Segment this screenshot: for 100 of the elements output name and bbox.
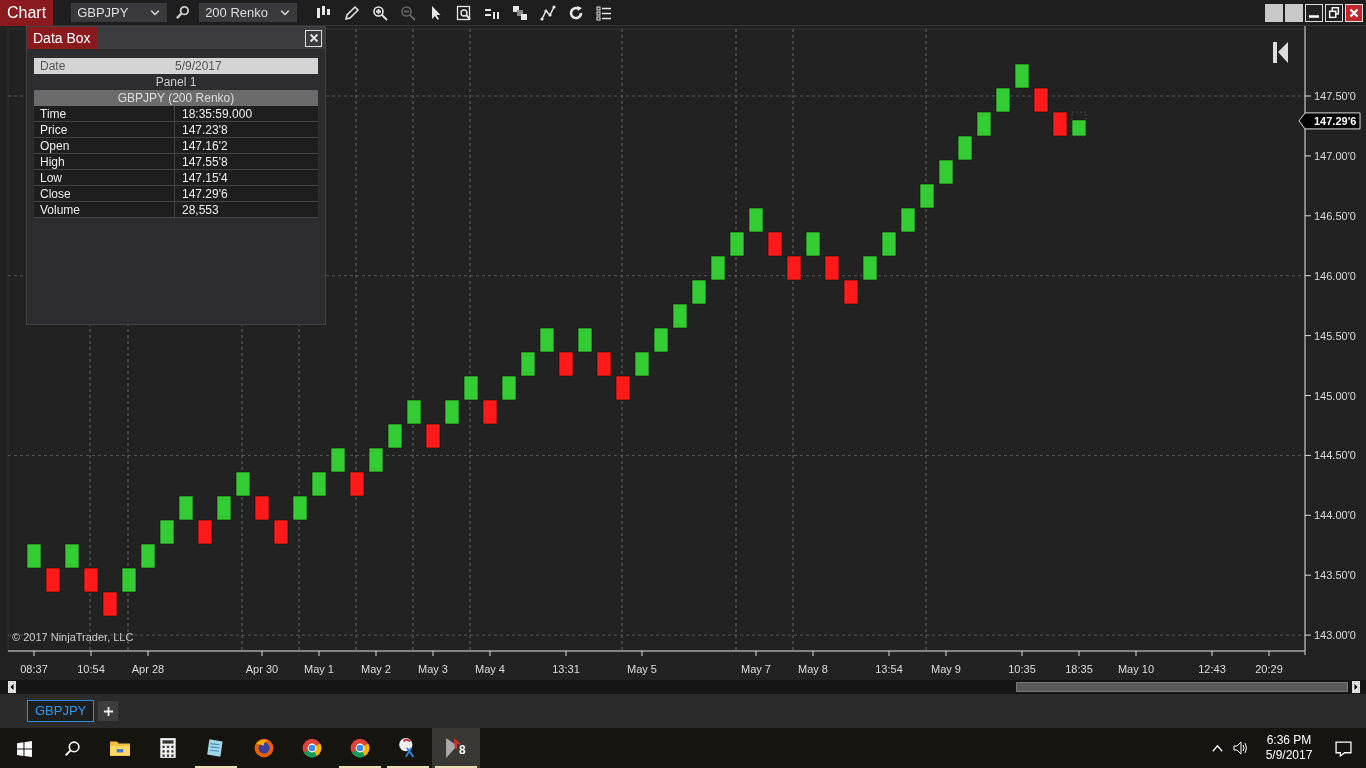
node-line-icon (540, 4, 557, 21)
plus-icon (102, 705, 114, 717)
list-button[interactable] (595, 3, 614, 22)
copyright-text: © 2017 NinjaTrader, LLC (12, 631, 134, 643)
field-value: 147.16'2 (181, 137, 228, 155)
windows-logo-icon (15, 739, 33, 757)
price-label: 145.00'0 (1314, 389, 1356, 402)
search-button[interactable] (173, 3, 192, 22)
speech-bubble-icon (1334, 739, 1352, 757)
price-label: 144.50'0 (1314, 449, 1356, 462)
right-arrow-icon (1353, 682, 1359, 692)
close-button[interactable] (305, 29, 322, 47)
scroll-right-button[interactable] (1352, 681, 1360, 693)
speaker-icon (1233, 740, 1249, 756)
time-label: Apr 30 (245, 663, 279, 675)
running-indicator (195, 766, 237, 768)
price-label: 143.50'0 (1314, 569, 1356, 582)
price-label: 147.50'0 (1314, 90, 1356, 102)
time-label: 18:35 (1065, 663, 1093, 675)
field-label: Time (34, 105, 175, 122)
field-value: 147.23'8 (181, 121, 228, 139)
scroll-to-end-icon (1273, 42, 1288, 63)
bar-chart-icon (316, 4, 333, 21)
running-indicator (339, 766, 381, 768)
field-label: Low (34, 169, 175, 186)
close-button[interactable] (1345, 3, 1363, 22)
field-value: 147.55'8 (181, 153, 228, 171)
zoom-in-icon (372, 4, 389, 21)
list-icon (596, 4, 613, 21)
zoom-out-icon (400, 4, 417, 21)
time-label: May 2 (361, 663, 391, 675)
time-label: May 7 (741, 663, 771, 675)
running-indicator (387, 766, 429, 768)
time-label: May 4 (475, 663, 505, 675)
window-title: Chart (0, 0, 54, 26)
time-label: May 1 (304, 663, 334, 675)
blank-window-button[interactable] (1265, 3, 1283, 22)
stacked-squares-button[interactable] (511, 3, 530, 22)
time-label: 13:31 (552, 663, 580, 675)
clock-time: 6:36 PM (1266, 733, 1312, 748)
panel-label: Panel 1 (154, 74, 198, 90)
time-label: May 10 (1117, 663, 1155, 675)
price-label: 146.00'0 (1314, 269, 1356, 282)
time-label: 10:54 (77, 663, 105, 675)
series-header: GBPJPY (200 Renko) (34, 90, 318, 106)
bar-type-dropdown[interactable]: 200 Renko (199, 3, 298, 22)
time-label: Apr 28 (131, 663, 165, 675)
field-value: 28,553 (181, 201, 219, 219)
minimize-button[interactable] (1305, 3, 1323, 22)
current-price-marker: 147.29'6 (1298, 112, 1361, 130)
search-icon (174, 5, 190, 20)
chrome-icon (301, 737, 323, 759)
pencil-icon (344, 4, 361, 21)
time-label: 20:29 (1255, 663, 1283, 675)
time-label: 12:43 (1198, 663, 1226, 675)
minimize-icon (1309, 14, 1319, 18)
field-label: Close (34, 185, 175, 202)
magnifier-document-icon (456, 4, 473, 21)
clock-button[interactable]: 6:36 PM 5/9/2017 (1258, 728, 1320, 768)
time-label: May 9 (931, 663, 961, 675)
time-label: 13:54 (875, 663, 903, 675)
globe-icon (253, 737, 275, 759)
price-label: 143.00'0 (1314, 629, 1356, 642)
time-label: 08:37 (20, 663, 48, 675)
stacked-squares-icon (512, 4, 529, 21)
scroll-left-button[interactable] (8, 681, 16, 693)
clock-date: 5/9/2017 (1265, 748, 1313, 763)
scroll-thumb[interactable] (1016, 682, 1348, 692)
blank-window-button[interactable] (1285, 3, 1303, 22)
instrument-dropdown[interactable]: GBPJPY (71, 3, 168, 22)
price-label: 145.50'0 (1314, 329, 1356, 342)
badge-count: 8 (457, 744, 468, 757)
field-value: 18:35:59.000 (181, 105, 253, 123)
restore-button[interactable] (1325, 3, 1343, 22)
time-label: 10:35 (1008, 663, 1036, 675)
node-line-button[interactable] (539, 3, 558, 22)
date-value: 5/9/2017 (175, 58, 222, 75)
field-value: 147.15'4 (181, 169, 228, 187)
ninjatrader-button[interactable]: 8 (432, 728, 480, 768)
left-arrow-icon (9, 682, 15, 692)
reload-icon (568, 4, 585, 21)
field-label: Price (34, 121, 175, 138)
chart-tab[interactable]: GBPJPY (27, 700, 95, 722)
time-label: May 3 (418, 663, 448, 675)
panel-title: Data Box (27, 27, 97, 49)
field-label: Open (34, 137, 175, 154)
time-label: May 8 (798, 663, 828, 675)
date-label: Date (39, 58, 67, 75)
field-label: Volume (34, 201, 175, 218)
close-icon (307, 32, 320, 44)
field-label: High (34, 153, 175, 170)
running-indicator (435, 766, 477, 768)
field-value: 147.29'6 (181, 185, 228, 203)
price-label: 147.00'0 (1314, 149, 1356, 162)
add-tab-button[interactable] (98, 701, 119, 721)
price-label: 146.50'0 (1314, 209, 1356, 222)
search-icon (63, 739, 81, 757)
calculator-icon (157, 737, 179, 759)
pencil-button[interactable] (343, 3, 362, 22)
zoom-in-button[interactable] (371, 3, 390, 22)
